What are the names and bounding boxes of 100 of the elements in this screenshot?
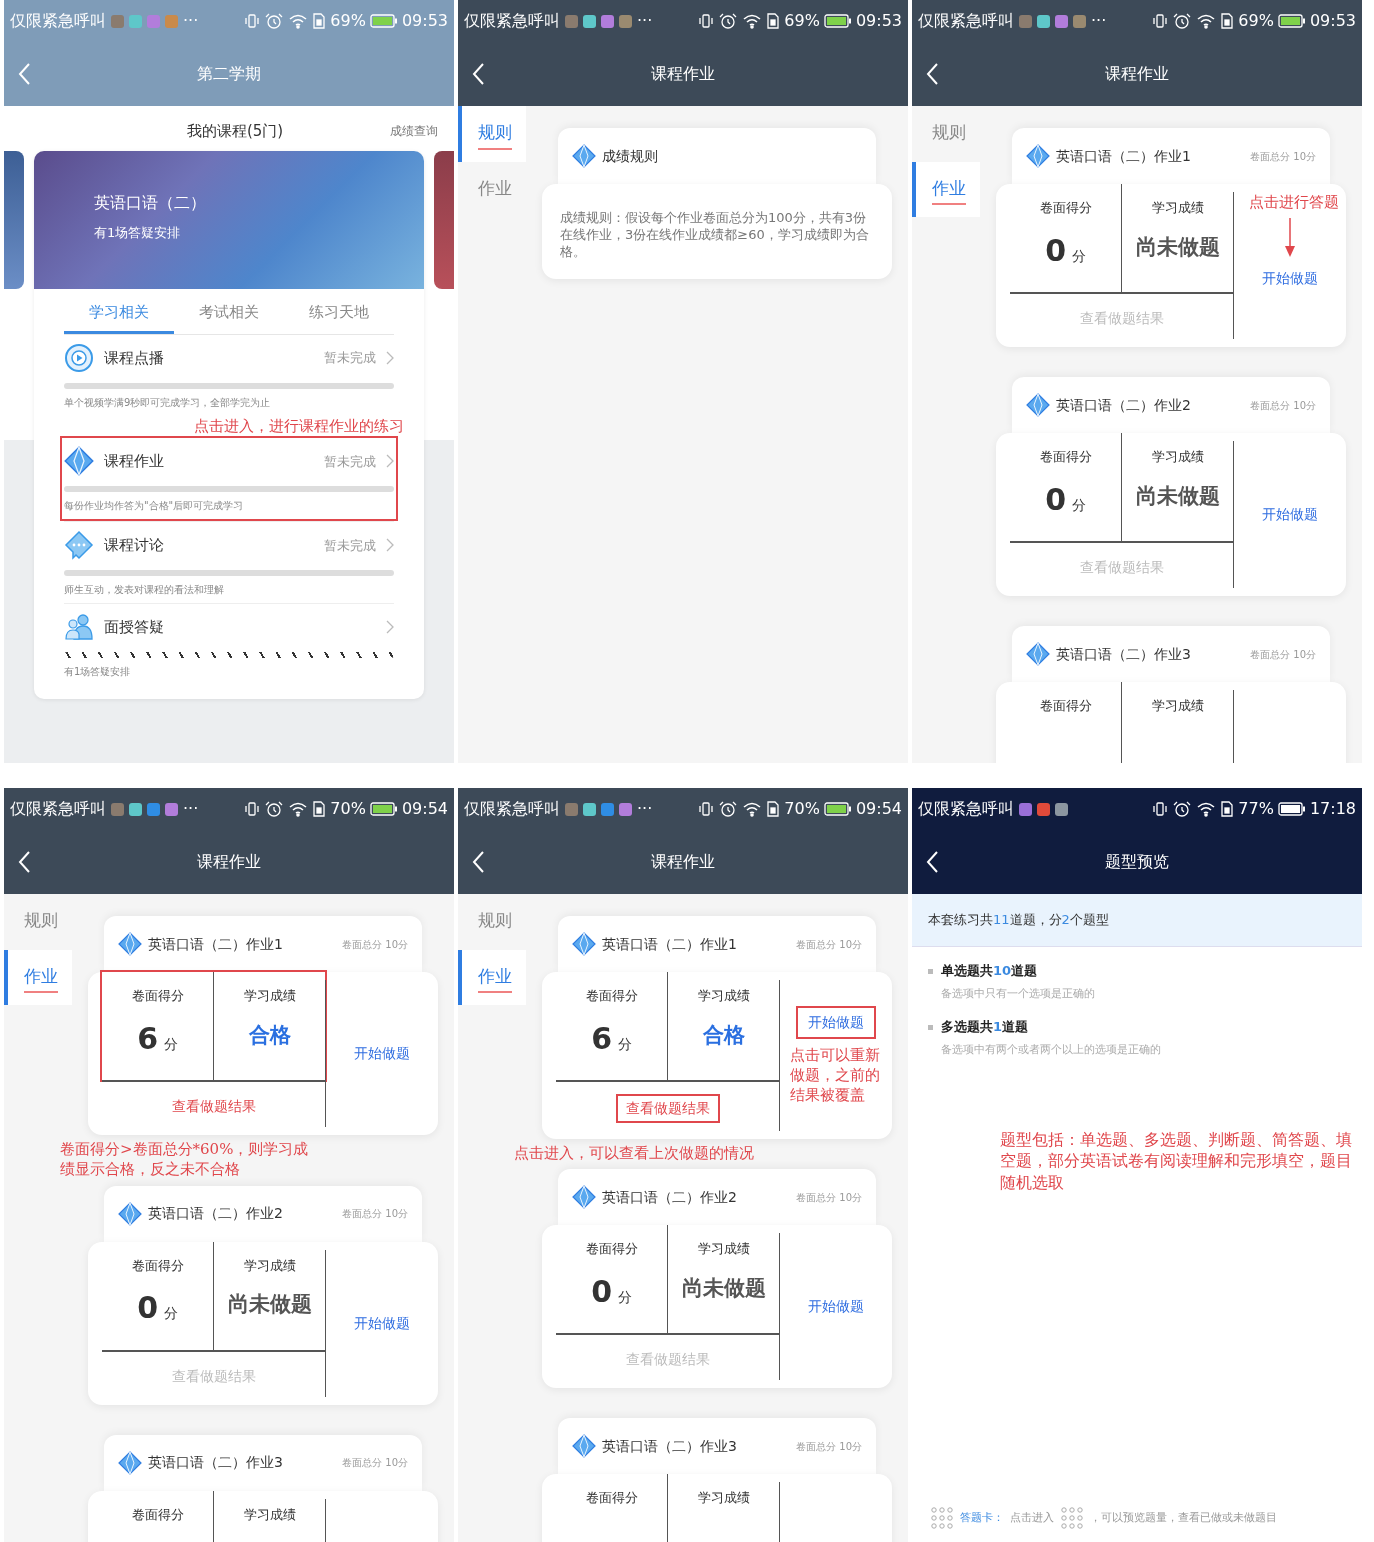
diamond-icon (572, 144, 596, 168)
grade-label: 学习成绩 (1151, 448, 1204, 466)
rule-text: 成绩规则：假设每个作业卷面总分为100分，共有3份在线作业，3份在线作业成绩都≥60，学习成绩即为合格。 (542, 184, 892, 279)
alarm-icon (264, 801, 285, 817)
section-note: 师生互动，发表对课程的看法和理解 (64, 583, 225, 598)
diamond-icon (118, 1201, 142, 1226)
section-title: 课程点播 (104, 347, 164, 369)
course-banner[interactable]: 英语口语（二） 有1场答疑安排 (34, 150, 424, 289)
view-results-link[interactable]: 查看做题结果 (163, 1094, 264, 1119)
view-results-link[interactable]: 查看做题结果 (615, 1094, 720, 1123)
course-tab[interactable]: 学习相关 (64, 288, 174, 334)
section-note: 每份作业均作答为"合格"后即可完成学习 (64, 499, 245, 514)
assignment-title: 英语口语（二）作业2 (602, 1187, 737, 1207)
battery-percent: 69% (330, 10, 366, 32)
grade-label: 学习成绩 (243, 987, 296, 1005)
vibrate-icon (1152, 801, 1169, 817)
start-quiz-link[interactable]: 开始做题 (344, 1308, 421, 1338)
carrier-text: 仅限紧急呼叫 (464, 798, 560, 820)
section-title: 课程作业 (104, 451, 164, 472)
wifi-icon (288, 801, 309, 817)
back-icon[interactable] (926, 850, 939, 874)
assignment-title: 英语口语（二）作业1 (148, 934, 283, 954)
screen-title: 课程作业 (1105, 63, 1169, 85)
back-icon[interactable] (472, 850, 485, 874)
grade-label: 学习成绩 (243, 1505, 296, 1524)
sim-card-icon (1220, 801, 1235, 817)
question-type-description: 备选项中只有一个选项是正确的 (941, 986, 1096, 1002)
carrier-text: 仅限紧急呼叫 (918, 10, 1014, 32)
annotation-text: 点击可以重新做题，之前的结果被覆盖 (789, 1044, 882, 1106)
score-value: 6 (591, 1019, 612, 1058)
score-label: 卷面得分 (131, 1256, 184, 1275)
vibrate-icon (244, 13, 261, 29)
summary-text: 本套练习共11道题，分2个题型 (912, 894, 1362, 947)
annotation-text: 点击进入，可以查看上次做题的情况 (514, 1143, 755, 1164)
battery-percent: 70% (784, 798, 820, 820)
course-section-item[interactable]: 面授答疑 有1场答疑安排 (64, 603, 394, 686)
side-tab[interactable]: 作业 (4, 949, 72, 1005)
start-quiz-link[interactable]: 开始做题 (1252, 264, 1329, 294)
back-icon[interactable] (18, 850, 31, 874)
back-icon[interactable] (472, 62, 485, 86)
grades-link[interactable]: 成绩查询 (390, 122, 438, 141)
grade-value: 尚未做题 (681, 1274, 766, 1302)
chevron-right-icon (386, 620, 394, 635)
course-title: 英语口语（二） (94, 191, 206, 214)
total-score-text: 卷面总分 10分 (1250, 647, 1316, 662)
question-type-title: 单选题共10道题 (928, 960, 1346, 980)
clock-time: 09:53 (1309, 10, 1356, 32)
grade-value: 合格 (248, 1021, 291, 1049)
diamond-icon (572, 1185, 596, 1210)
score-label: 卷面得分 (585, 987, 638, 1005)
screen-title: 课程作业 (651, 63, 715, 85)
score-value: 0 (591, 1272, 612, 1311)
total-score-text: 卷面总分 10分 (1250, 398, 1316, 413)
start-quiz-link[interactable]: 开始做题 (798, 1292, 875, 1322)
start-quiz-link[interactable]: 开始做题 (796, 1005, 877, 1039)
clock-time: 09:53 (401, 10, 448, 32)
grid-icon (930, 1506, 954, 1530)
course-tab[interactable]: 考试相关 (174, 288, 284, 334)
footer-text: 点击进入 (1010, 1509, 1054, 1526)
alarm-icon (718, 801, 739, 817)
wifi-icon (1196, 13, 1217, 29)
screen-title: 课程作业 (197, 851, 261, 873)
wifi-icon (1196, 801, 1217, 817)
score-value: 0 (1045, 231, 1066, 270)
vibrate-icon (698, 13, 715, 29)
grade-label: 学习成绩 (697, 987, 750, 1005)
sim-card-icon (312, 801, 327, 817)
sim-card-icon (766, 13, 781, 29)
score-label: 卷面得分 (131, 987, 184, 1005)
total-score-text: 卷面总分 10分 (342, 1456, 408, 1470)
battery-percent: 77% (1238, 798, 1274, 820)
score-unit: 分 (618, 1288, 632, 1305)
total-score-text: 卷面总分 10分 (796, 937, 862, 952)
score-label: 卷面得分 (1039, 697, 1092, 715)
total-score-text: 卷面总分 10分 (1250, 149, 1316, 164)
grade-value: 尚未做题 (1135, 233, 1220, 261)
total-score-text: 卷面总分 10分 (342, 937, 408, 952)
course-section-item[interactable]: 课程点播 暂未完成 单个视频学满9秒即可完成学习，全部学完为止 (64, 335, 394, 416)
side-tab[interactable]: 规则 (458, 106, 526, 162)
clock-time: 09:53 (855, 10, 902, 32)
alarm-icon (264, 13, 285, 29)
sim-card-icon (1220, 13, 1235, 29)
clock-time: 17:18 (1309, 798, 1356, 820)
side-tab[interactable]: 作业 (458, 949, 526, 1005)
vibrate-icon (1152, 13, 1169, 29)
grid-icon (1060, 1506, 1084, 1530)
course-section-item[interactable]: 课程讨论 暂未完成 师生互动，发表对课程的看法和理解 (64, 521, 394, 604)
grade-label: 学习成绩 (243, 1256, 296, 1275)
back-icon[interactable] (926, 62, 939, 86)
start-quiz-link[interactable]: 开始做题 (1252, 500, 1329, 529)
screen-title: 第二学期 (197, 63, 261, 85)
more-notifications-text: ··· (183, 798, 199, 820)
assignment-title: 英语口语（二）作业3 (148, 1453, 283, 1472)
grade-label: 学习成绩 (697, 1489, 750, 1508)
grade-value: 合格 (702, 1021, 745, 1049)
side-tab[interactable]: 作业 (912, 161, 980, 217)
start-quiz-link[interactable]: 开始做题 (344, 1039, 421, 1068)
score-value: 6 (137, 1019, 158, 1058)
course-tab[interactable]: 练习天地 (284, 288, 394, 334)
carrier-text: 仅限紧急呼叫 (10, 798, 106, 820)
